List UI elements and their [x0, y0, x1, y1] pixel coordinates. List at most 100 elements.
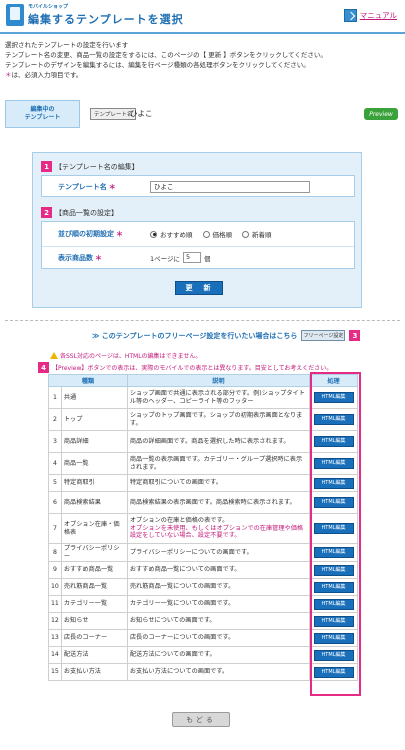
required-star: ＊	[95, 254, 102, 262]
radio-price[interactable]: 価格順	[202, 229, 232, 239]
item-count-input[interactable]: 5	[183, 252, 202, 263]
table-row: 9 おすすめ商品一覧 おすすめ商品一覧についての画面です。 HTML編集	[48, 561, 358, 579]
radio-price-dot[interactable]	[202, 230, 210, 238]
html-edit-button[interactable]: HTML編集	[313, 598, 354, 610]
row-type: 商品検索結果	[60, 491, 128, 514]
current-template-label: 編集中の テンプレート	[5, 100, 80, 128]
item-count-label-text: 表示商品数	[58, 254, 93, 262]
table-row: 1 共通 ショップ画面で共通に表示される部分です。例)ショップタイトル等のヘッダ…	[48, 386, 358, 409]
template-name-input[interactable]: ひよこ	[150, 181, 310, 193]
manual-icon	[343, 9, 357, 22]
current-label-line1: 編集中の	[30, 106, 55, 113]
radio-newest-dot[interactable]	[242, 230, 249, 238]
row-action: HTML編集	[309, 386, 358, 409]
radio-newest[interactable]: 新着順	[242, 229, 272, 239]
section-2-number: 2	[41, 207, 52, 218]
intro-line-3: テンプレートのデザインを編集するには、編集を行ページ種類の各処理ボタンをクリック…	[5, 61, 310, 69]
row-action: HTML編集	[309, 595, 358, 613]
table-row: 7 オプション在庫・価格表 オプションの在庫と価格の表です。 オプションを未使用、…	[48, 513, 358, 544]
sort-order-label-text: 並び順の初期設定	[58, 230, 114, 238]
row-number: 15	[48, 663, 62, 681]
html-edit-button[interactable]: HTML編集	[313, 649, 354, 661]
freepage-link-text[interactable]: ≫ このテンプレートのフリーページ設定を行いたい場合はこちら	[92, 331, 297, 341]
row-type: お知らせ	[60, 612, 128, 630]
ssl-notice-text: 各SSL対応のページは、HTMLの編集はできません。	[60, 353, 202, 360]
section-1-header: 1 【テンプレート名の編集】	[41, 161, 139, 172]
template-name-form: テンプレート名＊ ひよこ	[41, 175, 355, 197]
table-row: 15 お支払い方法 お支払い方法についての画面です。 HTML編集	[48, 663, 358, 681]
header-type: 種類	[48, 374, 128, 387]
row-type: カテゴリー一覧	[60, 595, 128, 613]
html-edit-button[interactable]: HTML編集	[313, 581, 354, 593]
section-1-title: 【テンプレート名の編集】	[55, 162, 139, 171]
html-edit-button[interactable]: HTML編集	[313, 523, 354, 534]
table-row: 12 お知らせ お知らせについての画面です。 HTML編集	[48, 612, 358, 630]
table-row: 8 プライバシーポリシー プライバシーポリシーについての画面です。 HTML編集	[48, 543, 358, 562]
divider	[5, 320, 400, 321]
row-type: トップ	[60, 408, 128, 431]
header-action: 処理	[309, 374, 358, 387]
back-button[interactable]: もどる	[172, 712, 230, 727]
table-row: 2 トップ ショップのトップ画面です。ショップの初期表示画面となります。 HTM…	[48, 408, 358, 431]
html-edit-button[interactable]: HTML編集	[313, 436, 354, 447]
row-type: プライバシーポリシー	[60, 543, 128, 562]
preview-button[interactable]: Preview	[364, 108, 398, 120]
manual-link-group[interactable]: マニュアル	[343, 9, 397, 22]
row-number: 5	[48, 474, 62, 492]
row-type: 商品詳細	[60, 430, 128, 453]
row-action: HTML編集	[309, 629, 358, 647]
row-action: HTML編集	[309, 491, 358, 514]
html-edit-button[interactable]: HTML編集	[313, 458, 354, 469]
template-name-row: テンプレート名＊ ひよこ	[42, 176, 354, 198]
table-row: 11 カテゴリー一覧 カテゴリー一覧についての画面です。 HTML編集	[48, 595, 358, 613]
row-action: HTML編集	[309, 408, 358, 431]
radio-newest-label: 新着順	[252, 231, 272, 239]
radio-recommended[interactable]: おすすめ順	[150, 229, 193, 239]
item-count-prefix: 1ページに	[150, 254, 181, 263]
table-row: 6 商品検索結果 商品検索結果の表示画面です。商品検索時に表示されます。 HTM…	[48, 491, 358, 514]
current-label-line2: テンプレート	[24, 114, 61, 121]
intro-text: 選択されたテンプレートの設定を行います テンプレート名の変更、商品一覧の設定をす…	[5, 40, 327, 80]
row-action: HTML編集	[309, 543, 358, 562]
radio-recommended-label: おすすめ順	[160, 231, 193, 239]
row-action: HTML編集	[309, 561, 358, 579]
html-edit-button[interactable]: HTML編集	[313, 477, 354, 489]
html-edit-button[interactable]: HTML編集	[313, 497, 354, 508]
section-4-number: 4	[38, 362, 49, 373]
html-edit-button[interactable]: HTML編集	[313, 632, 354, 644]
html-edit-button[interactable]: HTML編集	[313, 666, 354, 678]
row-description: プライバシーポリシーについての画面です。	[126, 543, 311, 562]
row-type: 売れ筋商品一覧	[60, 578, 128, 596]
row-action: HTML編集	[309, 452, 358, 475]
row-number: 1	[48, 386, 62, 409]
row-type: 配送方法	[60, 646, 128, 664]
freepage-settings-button[interactable]: フリーページ設定	[301, 330, 346, 341]
row-number: 11	[48, 595, 62, 613]
manual-link[interactable]: マニュアル	[360, 10, 397, 21]
sort-order-radios: おすすめ順 価格順 新着順	[150, 229, 272, 239]
table-row: 5 特定商取引 特定商取引についての画面です。 HTML編集	[48, 474, 358, 492]
row-type: 特定商取引	[60, 474, 128, 492]
preview-notice-text: 【Preview】ボタンでの表示は、実際のモバイルでの表示とは異なります。目安と…	[52, 365, 333, 372]
html-edit-button[interactable]: HTML編集	[313, 414, 354, 425]
html-edit-button[interactable]: HTML編集	[313, 564, 354, 576]
row-type: おすすめ商品一覧	[60, 561, 128, 579]
radio-recommended-dot[interactable]	[150, 230, 157, 238]
row-number: 13	[48, 629, 62, 647]
product-list-form: 並び順の初期設定 ＊ おすすめ順 価格順 新着順 表示商品数＊ 1ページに 5 個	[41, 221, 355, 269]
row-type: お支払い方法	[60, 663, 128, 681]
html-edit-button[interactable]: HTML編集	[313, 615, 354, 627]
row-description: 店長のコーナーについての画面です。	[126, 629, 311, 647]
html-edit-button[interactable]: HTML編集	[313, 392, 354, 403]
row-action: HTML編集	[309, 646, 358, 664]
section-1-number: 1	[41, 161, 52, 172]
row-number: 2	[48, 408, 62, 431]
table-row: 10 売れ筋商品一覧 売れ筋商品一覧についての画面です。 HTML編集	[48, 578, 358, 596]
html-edit-button[interactable]: HTML編集	[313, 547, 354, 558]
row-description: カテゴリー一覧についての画面です。	[126, 595, 311, 613]
row-type: 店長のコーナー	[60, 629, 128, 647]
row-number: 10	[48, 578, 62, 596]
item-count-row: 表示商品数＊ 1ページに 5 個	[42, 246, 354, 270]
row-number: 6	[48, 491, 62, 514]
update-button[interactable]: 更 新	[175, 281, 223, 295]
